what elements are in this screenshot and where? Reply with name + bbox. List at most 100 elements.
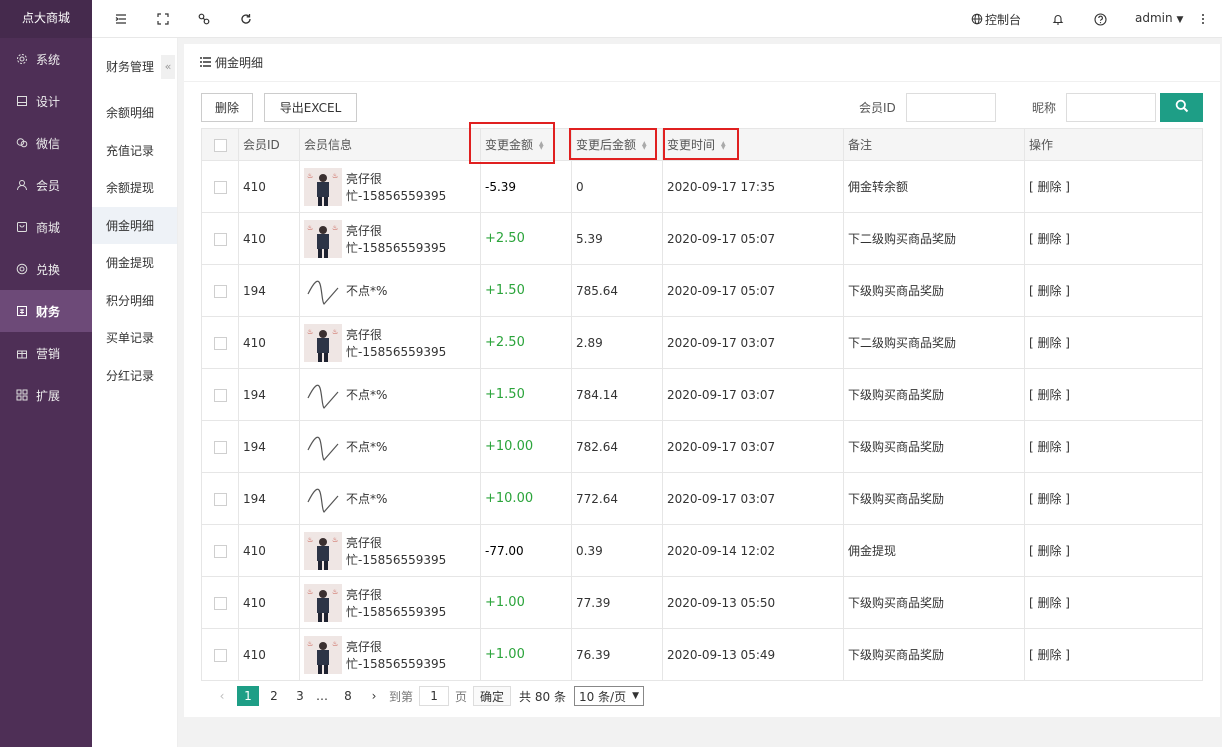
fullscreen-icon[interactable] [154, 10, 172, 28]
subnav-item[interactable]: 积分明细 [92, 282, 177, 320]
menu-toggle-icon[interactable] [112, 10, 130, 28]
change-amount-cell: +10.00 [480, 472, 572, 525]
subnav-item[interactable]: 余额明细 [92, 94, 177, 132]
console-link[interactable]: 控制台 [985, 11, 1021, 28]
nav-item[interactable]: 商城 [0, 206, 92, 248]
row-delete-link[interactable]: [ 删除 ] [1029, 388, 1070, 402]
row-delete-link[interactable]: [ 删除 ] [1029, 648, 1070, 662]
grid-icon [16, 389, 28, 401]
row-delete-link[interactable]: [ 删除 ] [1029, 544, 1070, 558]
nav-item[interactable]: 兑换 [0, 248, 92, 290]
member-info-cell: ♨ ♨ 亮仔很忙-15856559395 [299, 524, 481, 577]
member-name: 不点*% [346, 388, 388, 402]
main-panel: 佣金明细 删除 导出EXCEL 会员ID 昵称 会员ID 会员信息 变更金额 ▲ ▼… [184, 44, 1220, 717]
row-delete-link[interactable]: [ 删除 ] [1029, 440, 1070, 454]
member-id-cell: 410 [238, 628, 300, 681]
member-info-cell: 不点*% [299, 420, 481, 473]
row-delete-link[interactable]: [ 删除 ] [1029, 492, 1070, 506]
page-button[interactable]: 1 [237, 686, 259, 706]
operation-cell: [ 删除 ] [1024, 576, 1203, 629]
subnav-title-text: 财务管理 [106, 59, 155, 74]
page-unit-label: 页 [455, 689, 468, 704]
row-select-cell [201, 628, 239, 681]
page-button[interactable]: 8 [337, 686, 359, 706]
nav-item[interactable]: 系统 [0, 38, 92, 80]
table-row: 194 不点*% +1.50 785.64 2020-09-17 05:07 下级购买商品… [201, 264, 1203, 317]
search-button[interactable] [1160, 93, 1203, 122]
row-checkbox[interactable] [213, 648, 227, 662]
avatar [304, 479, 342, 518]
row-delete-link[interactable]: [ 删除 ] [1029, 232, 1070, 246]
select-all-checkbox[interactable] [213, 138, 227, 152]
row-checkbox[interactable] [213, 544, 227, 558]
avatar [304, 375, 342, 414]
nav-item[interactable]: 会员 [0, 164, 92, 206]
after-amount-cell: 785.64 [571, 264, 663, 317]
subnav-item[interactable]: 买单记录 [92, 319, 177, 357]
change-amount-cell: +2.50 [480, 316, 572, 369]
table-body: 410 ♨ ♨ 亮仔很忙-15856559395 -5.39 0 2020-09-17 17… [201, 160, 1203, 681]
after-amount-cell: 782.64 [571, 420, 663, 473]
nav-item-label: 营销 [36, 346, 61, 361]
col-operation: 操作 [1024, 128, 1203, 161]
remark-cell: 下级购买商品奖励 [843, 420, 1025, 473]
operation-cell: [ 删除 ] [1024, 212, 1203, 265]
subnav-item[interactable]: 余额提现 [92, 169, 177, 207]
link-icon[interactable] [195, 10, 213, 28]
goto-page-input[interactable]: 1 [419, 686, 450, 706]
refresh-icon[interactable] [237, 10, 255, 28]
page-button[interactable]: 3 [289, 686, 311, 706]
row-checkbox[interactable] [213, 336, 227, 350]
delete-button[interactable]: 删除 [201, 93, 253, 122]
member-id-input[interactable] [906, 93, 996, 122]
search-icon [1175, 99, 1189, 116]
export-excel-button[interactable]: 导出EXCEL [264, 93, 357, 122]
row-delete-link[interactable]: [ 删除 ] [1029, 336, 1070, 350]
collapse-icon[interactable]: « [161, 55, 175, 79]
page-header: 佣金明细 [184, 44, 1220, 82]
page-button[interactable]: 2 [263, 686, 285, 706]
bell-icon[interactable] [1049, 10, 1067, 28]
avatar [304, 427, 342, 466]
change-amount-cell: -5.39 [480, 160, 572, 213]
nav-item[interactable]: 扩展 [0, 374, 92, 416]
next-page-button[interactable]: › [363, 686, 385, 706]
user-icon [16, 179, 28, 191]
row-select-cell [201, 368, 239, 421]
row-delete-link[interactable]: [ 删除 ] [1029, 284, 1070, 298]
row-checkbox[interactable] [213, 232, 227, 246]
brand-title: 点大商城 [0, 0, 92, 38]
change-time-cell: 2020-09-17 03:07 [662, 368, 844, 421]
nav-item[interactable]: 设计 [0, 80, 92, 122]
row-select-cell [201, 420, 239, 473]
row-delete-link[interactable]: [ 删除 ] [1029, 180, 1070, 194]
nav-item[interactable]: 微信 [0, 122, 92, 164]
row-checkbox[interactable] [213, 180, 227, 194]
nav-item[interactable]: 营销 [0, 332, 92, 374]
row-checkbox[interactable] [213, 388, 227, 402]
member-info-cell: ♨ ♨ 亮仔很忙-15856559395 [299, 628, 481, 681]
row-checkbox[interactable] [213, 284, 227, 298]
row-checkbox[interactable] [213, 596, 227, 610]
help-icon[interactable] [1091, 10, 1109, 28]
remark-cell: 下级购买商品奖励 [843, 264, 1025, 317]
prev-page-button[interactable]: ‹ [211, 686, 233, 706]
subnav-item[interactable]: 充值记录 [92, 132, 177, 170]
member-info-cell: 不点*% [299, 368, 481, 421]
change-amount-cell: +1.50 [480, 368, 572, 421]
confirm-page-button[interactable]: 确定 [473, 686, 512, 706]
member-name: 亮仔很忙-15856559395 [346, 223, 447, 255]
after-amount-cell: 0 [571, 160, 663, 213]
row-select-cell [201, 524, 239, 577]
row-checkbox[interactable] [213, 440, 227, 454]
subnav-item[interactable]: 分红记录 [92, 357, 177, 395]
user-menu[interactable]: admin ▼ [1135, 11, 1183, 25]
subnav-item[interactable]: 佣金明细 [92, 206, 177, 244]
nav-item[interactable]: 财务 [0, 290, 92, 332]
nickname-input[interactable] [1066, 93, 1156, 122]
page-size-select[interactable]: 10 条/页 ▼ [573, 686, 645, 706]
row-checkbox[interactable] [213, 492, 227, 506]
row-delete-link[interactable]: [ 删除 ] [1029, 596, 1070, 610]
subnav-item[interactable]: 佣金提现 [92, 244, 177, 282]
more-vertical-icon[interactable] [1194, 10, 1212, 28]
